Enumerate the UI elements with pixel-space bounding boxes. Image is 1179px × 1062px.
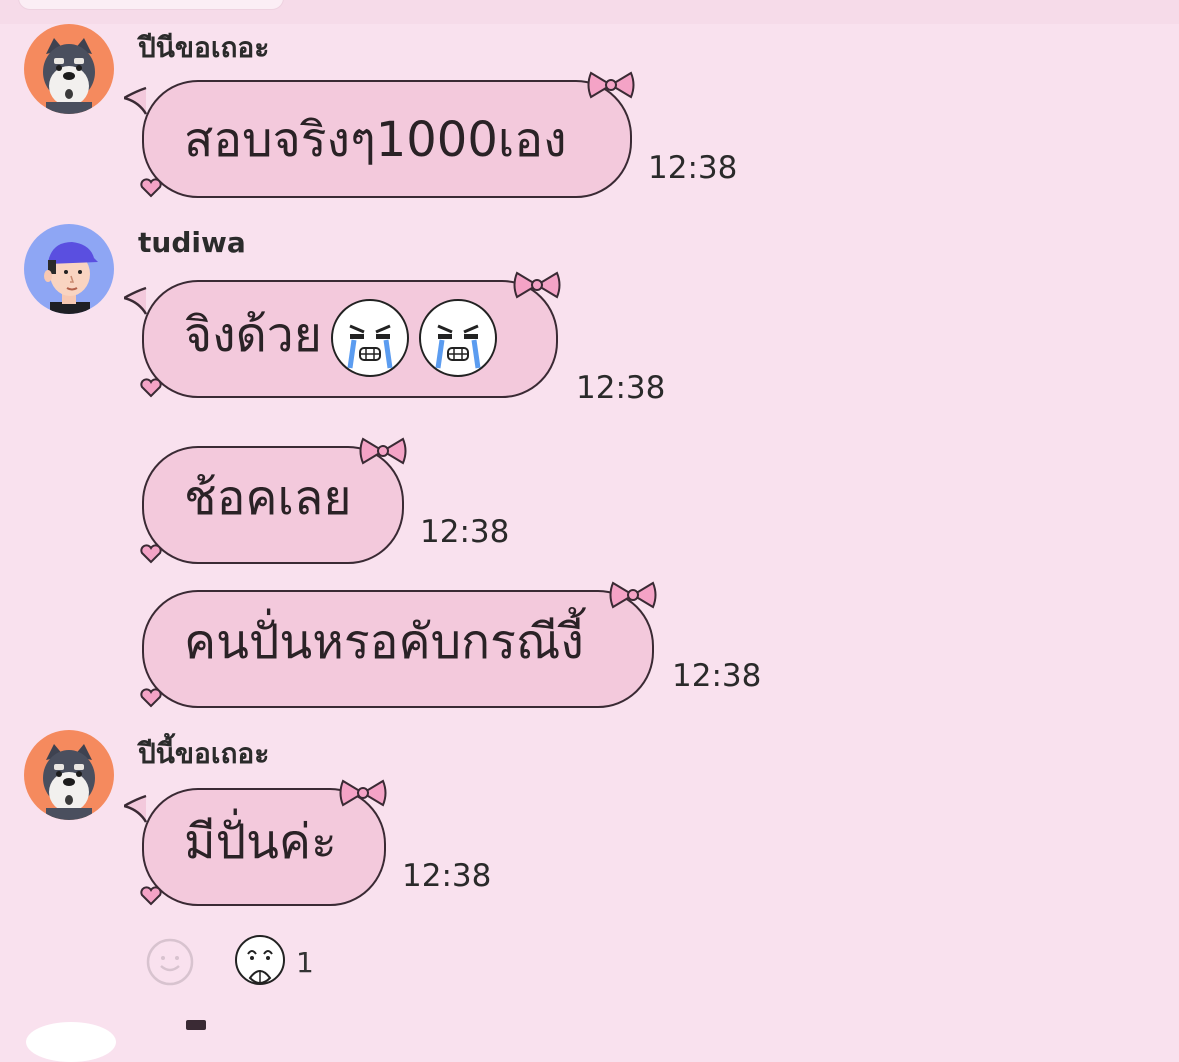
sender-name: tudiwa — [138, 226, 246, 259]
search-field[interactable] — [18, 0, 284, 10]
bow-icon — [513, 271, 561, 299]
heart-icon — [140, 688, 162, 708]
schnauzer-dog-icon — [24, 24, 114, 114]
boy-cap-icon — [24, 224, 114, 314]
sender-avatar-boy[interactable] — [24, 224, 114, 314]
message-bubble[interactable]: จิงด้วย — [124, 271, 561, 398]
schnauzer-dog-icon — [24, 730, 114, 820]
message-text: มีปั่นค่ะ — [184, 814, 337, 870]
message-bubble[interactable]: มีปั่นค่ะ — [124, 779, 387, 906]
message-time: 12:38 — [672, 658, 762, 694]
message-text: จิงด้วย — [184, 307, 322, 363]
sender-avatar-dog[interactable] — [24, 24, 114, 114]
heart-icon — [140, 886, 162, 906]
heart-icon — [140, 544, 162, 564]
message-time: 12:38 — [648, 150, 738, 186]
message-bubble[interactable]: ช้อคเลย — [140, 437, 407, 564]
bow-icon — [587, 71, 635, 99]
message-text: ช้อคเลย — [184, 470, 352, 526]
heart-icon — [140, 378, 162, 398]
sender-name: ปีนี้ขอเถอะ — [138, 737, 270, 770]
message-bubble[interactable]: สอบจริงๆ1000เอง — [124, 71, 635, 198]
message-text: คนปั่นหรอคับกรณีงี้ — [184, 614, 584, 670]
bow-icon — [339, 779, 387, 807]
crying-face-emoji-icon — [418, 299, 497, 377]
praying-face-sticker-icon[interactable] — [232, 934, 288, 990]
message-bubble[interactable]: คนปั่นหรอคับกรณีงี้ — [140, 581, 657, 708]
bubble-tail — [124, 794, 148, 823]
message-time: 12:38 — [420, 514, 510, 550]
message-text: สอบจริงๆ1000เอง — [184, 112, 567, 168]
message-time: 12:38 — [402, 858, 492, 894]
reaction-count: 1 — [296, 946, 314, 979]
heart-icon — [140, 178, 162, 198]
bow-icon — [359, 437, 407, 465]
bow-icon — [609, 581, 657, 609]
message-time: 12:38 — [576, 370, 666, 406]
next-sender-name-partial — [186, 1020, 206, 1030]
sender-name: ปีนีขอเถอะ — [138, 31, 270, 64]
crying-face-emoji-icon — [330, 299, 409, 377]
smiley-add-reaction-icon[interactable] — [146, 938, 194, 986]
message-text-row: จิงด้วย — [184, 298, 498, 378]
bubble-tail — [124, 286, 148, 315]
bubble-tail — [124, 86, 148, 115]
sender-avatar-dog[interactable] — [24, 730, 114, 820]
next-avatar-partial — [26, 1022, 116, 1062]
